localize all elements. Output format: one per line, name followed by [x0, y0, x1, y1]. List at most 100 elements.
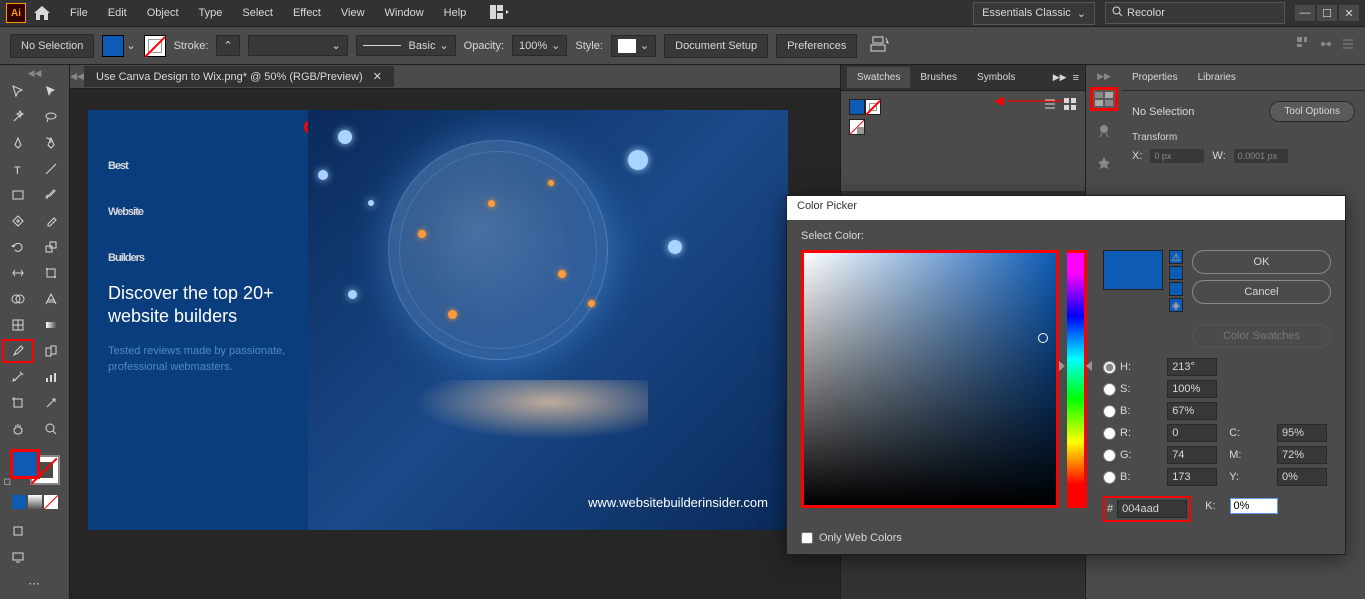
color-swatches-button[interactable]: Color Swatches	[1192, 324, 1331, 348]
out-of-gamut-icon[interactable]: ⚠	[1169, 250, 1183, 264]
fill-swatch[interactable]	[102, 35, 124, 57]
hue-cursor[interactable]	[1059, 361, 1092, 371]
h-input[interactable]	[1167, 358, 1217, 376]
panel-menu-icon[interactable]: ≡	[1073, 72, 1079, 84]
home-icon[interactable]	[32, 3, 52, 23]
type-tool[interactable]: T	[2, 157, 34, 181]
hex-input[interactable]	[1117, 500, 1187, 518]
swatch-stroke[interactable]	[865, 99, 881, 115]
canvas-area[interactable]: ◀◀ Use Canva Design to Wix.png* @ 50% (R…	[70, 65, 840, 599]
g-radio[interactable]: G:	[1103, 449, 1159, 462]
tab-libraries[interactable]: Libraries	[1188, 67, 1246, 88]
s-radio[interactable]: S:	[1103, 383, 1159, 396]
grid-icon[interactable]	[1297, 37, 1311, 54]
gradient-tool[interactable]	[36, 313, 68, 337]
none-mode[interactable]	[44, 495, 58, 509]
direct-selection-tool[interactable]	[36, 79, 68, 103]
workspace-switcher[interactable]: Essentials Classic ⌄	[973, 2, 1095, 25]
k-input[interactable]	[1230, 498, 1278, 514]
x-input[interactable]: 0 px	[1150, 149, 1204, 163]
width-tool[interactable]	[2, 261, 34, 285]
search-box[interactable]	[1105, 2, 1285, 24]
variable-width[interactable]: ⌄	[248, 35, 348, 56]
pen-tool[interactable]	[2, 131, 34, 155]
opacity-input[interactable]: 100%⌄	[512, 35, 567, 56]
tool-options-button[interactable]: Tool Options	[1269, 101, 1355, 122]
tab-brushes[interactable]: Brushes	[910, 67, 967, 88]
menu-type[interactable]: Type	[189, 3, 233, 23]
snap-icon[interactable]	[1319, 37, 1333, 54]
column-graph-tool[interactable]	[36, 365, 68, 389]
tab-symbols[interactable]: Symbols	[967, 67, 1025, 88]
dock-handle[interactable]: ▶▶	[1097, 71, 1111, 79]
menu-effect[interactable]: Effect	[283, 3, 331, 23]
rectangle-tool[interactable]	[2, 183, 34, 207]
swatch-fill[interactable]	[849, 99, 865, 115]
b-input[interactable]	[1167, 402, 1217, 420]
c-input[interactable]	[1277, 424, 1327, 442]
style-dropdown[interactable]: ⌄	[611, 35, 656, 57]
screen-mode[interactable]	[2, 545, 34, 569]
artboard[interactable]: Best Website Builders Discover the top 2…	[88, 110, 788, 530]
shape-builder-tool[interactable]	[2, 287, 34, 311]
zoom-tool[interactable]	[36, 417, 68, 441]
artboard-tool[interactable]	[2, 391, 34, 415]
fill-indicator[interactable]	[10, 449, 40, 479]
menu-help[interactable]: Help	[434, 3, 477, 23]
color-mode[interactable]	[12, 495, 26, 509]
stroke-weight[interactable]: ⌃	[216, 35, 239, 56]
ok-button[interactable]: OK	[1192, 250, 1331, 274]
gradient-mode[interactable]	[28, 495, 42, 509]
grid-view-icon[interactable]	[1063, 97, 1077, 114]
menu-view[interactable]: View	[331, 3, 375, 23]
document-tab[interactable]: Use Canva Design to Wix.png* @ 50% (RGB/…	[84, 66, 394, 87]
menu-object[interactable]: Object	[137, 3, 189, 23]
edit-toolbar[interactable]: ⋯	[2, 571, 66, 595]
free-transform-tool[interactable]	[36, 261, 68, 285]
color-cursor[interactable]	[1038, 333, 1048, 343]
blend-tool[interactable]	[36, 339, 67, 363]
r-input[interactable]	[1167, 424, 1217, 442]
paintbrush-tool[interactable]	[36, 183, 68, 207]
color-guide-icon[interactable]	[1090, 119, 1118, 143]
fill-stroke-indicator[interactable]: ◻	[10, 449, 60, 485]
curvature-tool[interactable]	[36, 131, 68, 155]
b2-radio[interactable]: B:	[1103, 471, 1159, 484]
panel-expand-icon[interactable]: ▶▶	[1053, 72, 1067, 83]
tabs-collapse[interactable]: ◀◀	[70, 65, 84, 89]
r-radio[interactable]: R:	[1103, 427, 1159, 440]
line-tool[interactable]	[36, 157, 68, 181]
hue-slider[interactable]	[1067, 250, 1087, 508]
only-web-colors[interactable]: Only Web Colors	[801, 532, 1331, 544]
eraser-tool[interactable]	[36, 209, 68, 233]
tab-close-icon[interactable]: ✕	[373, 70, 382, 83]
mesh-tool[interactable]	[2, 313, 34, 337]
stroke-swatch[interactable]	[144, 35, 166, 57]
color-field[interactable]	[801, 250, 1059, 508]
lasso-tool[interactable]	[36, 105, 68, 129]
minimize-button[interactable]: —	[1295, 5, 1315, 21]
symbol-sprayer-tool[interactable]	[2, 365, 34, 389]
color-panel-icon[interactable]	[1090, 87, 1118, 111]
menu-file[interactable]: File	[60, 3, 98, 23]
document-setup-button[interactable]: Document Setup	[664, 34, 768, 58]
b2-input[interactable]	[1167, 468, 1217, 486]
list-icon[interactable]	[1341, 37, 1355, 54]
menu-select[interactable]: Select	[232, 3, 283, 23]
b-radio[interactable]: B:	[1103, 405, 1159, 418]
y-input[interactable]	[1277, 468, 1327, 486]
cube-icon[interactable]: ◈	[1169, 298, 1183, 312]
eyedropper-tool[interactable]	[2, 339, 34, 363]
magic-wand-tool[interactable]	[2, 105, 34, 129]
shaper-tool[interactable]	[2, 209, 34, 233]
preferences-button[interactable]: Preferences	[776, 34, 857, 58]
brush-def[interactable]: Basic⌄	[356, 35, 456, 56]
chevron-down-icon[interactable]: ⌄	[126, 39, 135, 52]
g-input[interactable]	[1167, 446, 1217, 464]
selection-tool[interactable]	[2, 79, 34, 103]
swatch-none[interactable]	[849, 119, 865, 135]
tab-properties[interactable]: Properties	[1122, 67, 1188, 88]
h-radio[interactable]: H:	[1103, 361, 1159, 374]
search-input[interactable]	[1127, 7, 1278, 19]
menu-edit[interactable]: Edit	[98, 3, 137, 23]
